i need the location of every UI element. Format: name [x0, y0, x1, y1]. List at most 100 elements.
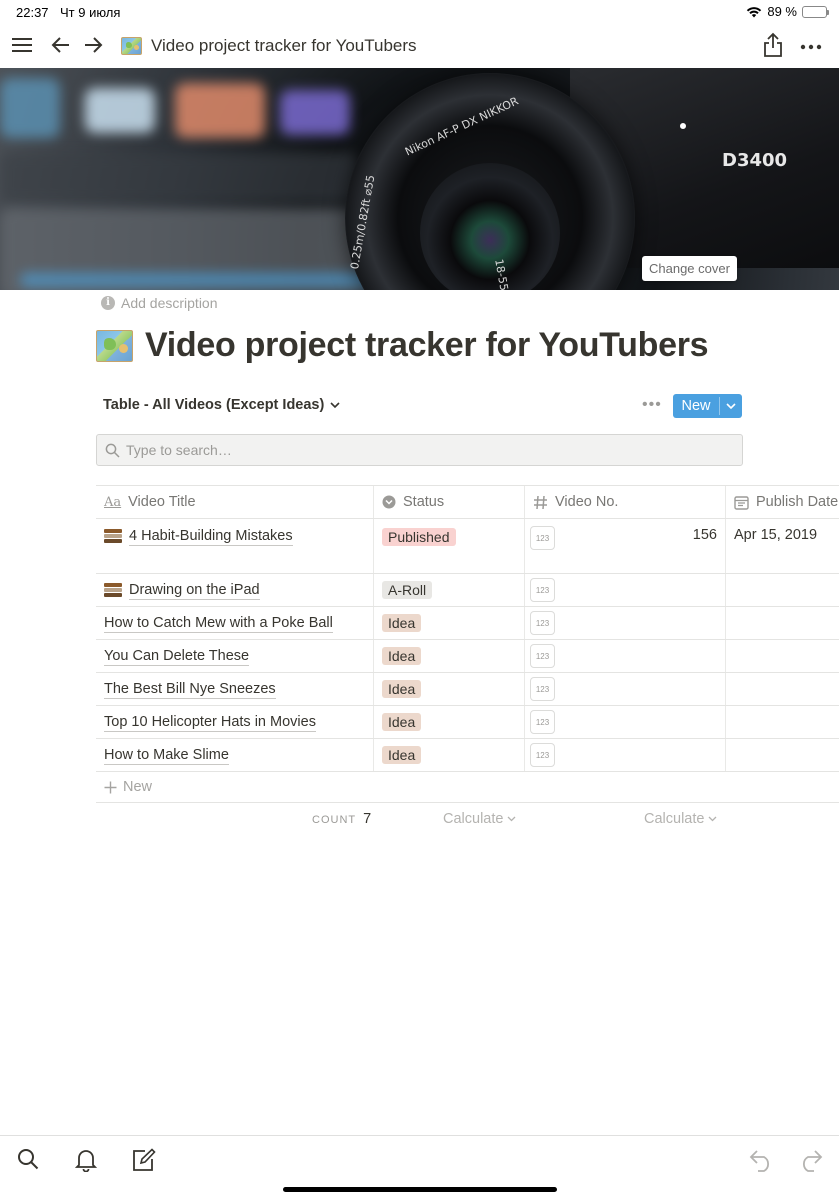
- title-cell[interactable]: How to Make Slime: [96, 739, 374, 771]
- back-arrow-icon[interactable]: [51, 36, 71, 54]
- table-row[interactable]: 4 Habit-Building Mistakes Published 123 …: [96, 519, 839, 574]
- publish-date-cell[interactable]: [726, 739, 839, 771]
- table-footer: COUNT 7 Calculate Calculate: [96, 803, 839, 837]
- video-no-value: 156: [692, 527, 717, 543]
- status-cell[interactable]: A-Roll: [374, 574, 525, 606]
- title-cell[interactable]: Drawing on the iPad: [96, 574, 374, 606]
- new-button[interactable]: New: [673, 394, 742, 418]
- table-row[interactable]: Top 10 Helicopter Hats in Movies Idea 12…: [96, 706, 839, 739]
- forward-arrow-icon[interactable]: [83, 36, 103, 54]
- table-row[interactable]: How to Make Slime Idea 123: [96, 739, 839, 772]
- column-header-label: Video No.: [555, 494, 619, 510]
- nav-title: Video project tracker for YouTubers: [121, 36, 417, 56]
- chevron-down-icon: [708, 816, 717, 822]
- status-cell[interactable]: Idea: [374, 706, 525, 738]
- number-badge-icon: 123: [530, 578, 555, 602]
- title-cell[interactable]: 4 Habit-Building Mistakes: [96, 519, 374, 573]
- status-badge: Idea: [382, 647, 422, 665]
- status-cell[interactable]: Published: [374, 519, 525, 573]
- search-box[interactable]: [96, 434, 743, 466]
- chevron-down-icon: [330, 401, 340, 408]
- row-title[interactable]: 4 Habit-Building Mistakes: [129, 527, 293, 546]
- publish-date-cell[interactable]: [726, 574, 839, 606]
- column-header-publish-date[interactable]: Publish Date: [726, 486, 839, 518]
- publish-date-cell[interactable]: [726, 673, 839, 705]
- new-button-label[interactable]: New: [673, 394, 719, 418]
- status-cell[interactable]: Idea: [374, 640, 525, 672]
- column-header-status[interactable]: Status: [374, 486, 525, 518]
- battery-percent: 89 %: [767, 4, 797, 19]
- row-title[interactable]: The Best Bill Nye Sneezes: [104, 680, 276, 699]
- status-cell[interactable]: Idea: [374, 607, 525, 639]
- status-badge: Idea: [382, 713, 422, 731]
- calculate-video-no[interactable]: Calculate: [644, 811, 717, 827]
- camera-model-label: D3400: [722, 150, 788, 171]
- column-header-video-no[interactable]: Video No.: [525, 486, 726, 518]
- row-title[interactable]: You Can Delete These: [104, 647, 250, 666]
- view-more-icon[interactable]: •••: [642, 396, 662, 414]
- row-title[interactable]: How to Make Slime: [104, 746, 229, 765]
- status-badge: Idea: [382, 680, 422, 698]
- table-row[interactable]: How to Catch Mew with a Poke Ball Idea 1…: [96, 607, 839, 640]
- row-title[interactable]: Top 10 Helicopter Hats in Movies: [104, 713, 316, 732]
- home-indicator[interactable]: [283, 1187, 557, 1192]
- number-badge-icon: 123: [530, 611, 555, 635]
- search-icon[interactable]: [17, 1148, 39, 1175]
- undo-icon[interactable]: [749, 1148, 775, 1177]
- title-cell[interactable]: You Can Delete These: [96, 640, 374, 672]
- status-right: 89 %: [746, 4, 829, 19]
- view-selector[interactable]: Table - All Videos (Except Ideas): [103, 397, 340, 413]
- status-cell[interactable]: Idea: [374, 739, 525, 771]
- calculate-status[interactable]: Calculate: [443, 811, 516, 827]
- video-no-cell[interactable]: 123: [525, 607, 726, 639]
- publish-date-cell[interactable]: Apr 15, 2019: [726, 519, 839, 573]
- video-no-cell[interactable]: 123: [525, 574, 726, 606]
- share-icon[interactable]: [762, 32, 784, 58]
- count-label: COUNT: [312, 814, 357, 826]
- page-icon[interactable]: [96, 329, 133, 362]
- plus-icon: [104, 781, 117, 793]
- select-property-icon: [382, 495, 396, 509]
- number-badge-icon: 123: [530, 743, 555, 767]
- table-row[interactable]: Drawing on the iPad A-Roll 123: [96, 574, 839, 607]
- change-cover-button[interactable]: Change cover: [642, 256, 737, 281]
- count-aggregate[interactable]: COUNT 7: [312, 811, 371, 827]
- search-input[interactable]: [126, 442, 706, 458]
- page-title-row: Video project tracker for YouTubers: [96, 326, 709, 365]
- chevron-down-icon: [507, 816, 516, 822]
- status-badge: Idea: [382, 746, 422, 764]
- video-no-cell[interactable]: 123: [525, 673, 726, 705]
- table-row[interactable]: The Best Bill Nye Sneezes Idea 123: [96, 673, 839, 706]
- video-no-cell[interactable]: 123: [525, 706, 726, 738]
- redo-icon[interactable]: [797, 1148, 823, 1177]
- wifi-icon: [747, 6, 762, 17]
- video-no-cell[interactable]: 123: [525, 739, 726, 771]
- video-no-cell[interactable]: 123: [525, 640, 726, 672]
- search-icon: [105, 443, 120, 458]
- add-row-button[interactable]: New: [96, 772, 839, 803]
- calculate-label: Calculate: [443, 811, 504, 827]
- table-header-row: Aa Video Title Status Video No. Publish …: [96, 485, 839, 519]
- compose-icon[interactable]: [132, 1148, 156, 1177]
- status-cell[interactable]: Idea: [374, 673, 525, 705]
- title-cell[interactable]: Top 10 Helicopter Hats in Movies: [96, 706, 374, 738]
- nav-title-text: Video project tracker for YouTubers: [151, 36, 417, 55]
- publish-date-cell[interactable]: [726, 706, 839, 738]
- title-cell[interactable]: How to Catch Mew with a Poke Ball: [96, 607, 374, 639]
- add-description-button[interactable]: i Add description: [101, 295, 218, 311]
- video-no-cell[interactable]: 123 156: [525, 519, 726, 573]
- bell-icon[interactable]: [74, 1148, 98, 1177]
- page-title[interactable]: Video project tracker for YouTubers: [145, 326, 709, 365]
- table-row[interactable]: You Can Delete These Idea 123: [96, 640, 839, 673]
- menu-icon[interactable]: [12, 36, 32, 54]
- publish-date-cell[interactable]: [726, 640, 839, 672]
- status-badge: Idea: [382, 614, 422, 632]
- number-property-icon: [534, 495, 547, 509]
- new-dropdown-chevron-icon[interactable]: [720, 394, 742, 418]
- publish-date-cell[interactable]: [726, 607, 839, 639]
- title-cell[interactable]: The Best Bill Nye Sneezes: [96, 673, 374, 705]
- more-icon[interactable]: [800, 44, 822, 50]
- row-title[interactable]: How to Catch Mew with a Poke Ball: [104, 614, 333, 633]
- column-header-title[interactable]: Aa Video Title: [96, 486, 374, 518]
- row-title[interactable]: Drawing on the iPad: [129, 581, 260, 600]
